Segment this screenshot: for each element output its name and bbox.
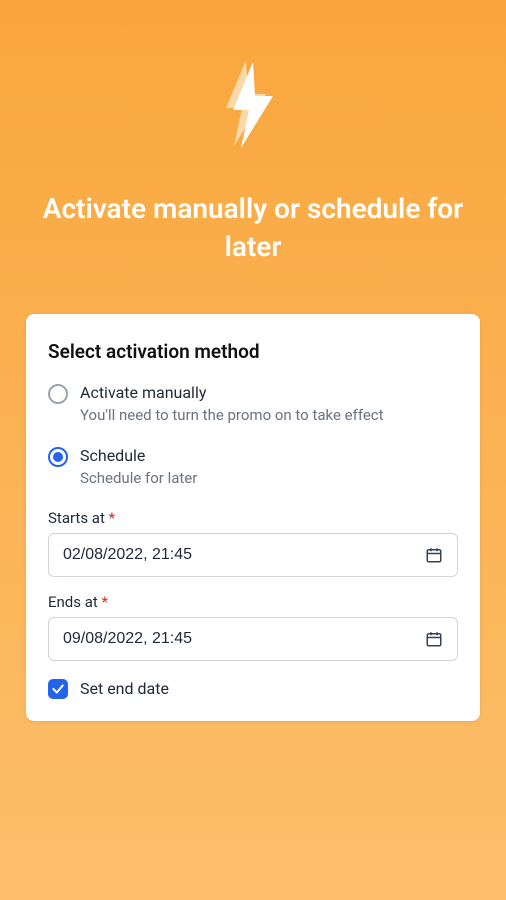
ends-at-value[interactable] [63, 630, 425, 648]
hero-title: Activate manually or schedule for later [0, 190, 506, 266]
starts-at-label-text: Starts at [48, 509, 105, 527]
radio-activate-manually[interactable]: Activate manually You'll need to turn th… [48, 383, 458, 424]
set-end-date-checkbox[interactable]: Set end date [48, 679, 458, 699]
radio-desc: You'll need to turn the promo on to take… [80, 406, 458, 424]
radio-schedule[interactable]: Schedule Schedule for later [48, 446, 458, 487]
hero-section: Activate manually or schedule for later [0, 0, 506, 314]
required-asterisk: * [109, 509, 115, 527]
required-asterisk: * [102, 593, 108, 611]
ends-at-label-text: Ends at [48, 593, 98, 611]
field-label: Ends at * [48, 593, 458, 611]
radio-text: Activate manually You'll need to turn th… [80, 383, 458, 424]
card-title: Select activation method [48, 340, 458, 363]
calendar-icon [425, 630, 443, 648]
radio-text: Schedule Schedule for later [80, 446, 458, 487]
radio-label: Schedule [80, 446, 458, 465]
starts-at-value[interactable] [63, 546, 425, 564]
radio-indicator-selected [48, 447, 68, 467]
radio-label: Activate manually [80, 383, 458, 402]
check-icon [51, 682, 65, 696]
radio-desc: Schedule for later [80, 469, 458, 487]
activation-card: Select activation method Activate manual… [26, 314, 480, 721]
ends-at-field: Ends at * [48, 593, 458, 661]
starts-at-input[interactable] [48, 533, 458, 577]
radio-indicator [48, 384, 68, 404]
ends-at-input[interactable] [48, 617, 458, 661]
field-label: Starts at * [48, 509, 458, 527]
lightning-bolt-icon [223, 60, 283, 150]
starts-at-field: Starts at * [48, 509, 458, 577]
calendar-icon [425, 546, 443, 564]
checkbox-label: Set end date [80, 679, 169, 698]
checkbox-indicator [48, 679, 68, 699]
